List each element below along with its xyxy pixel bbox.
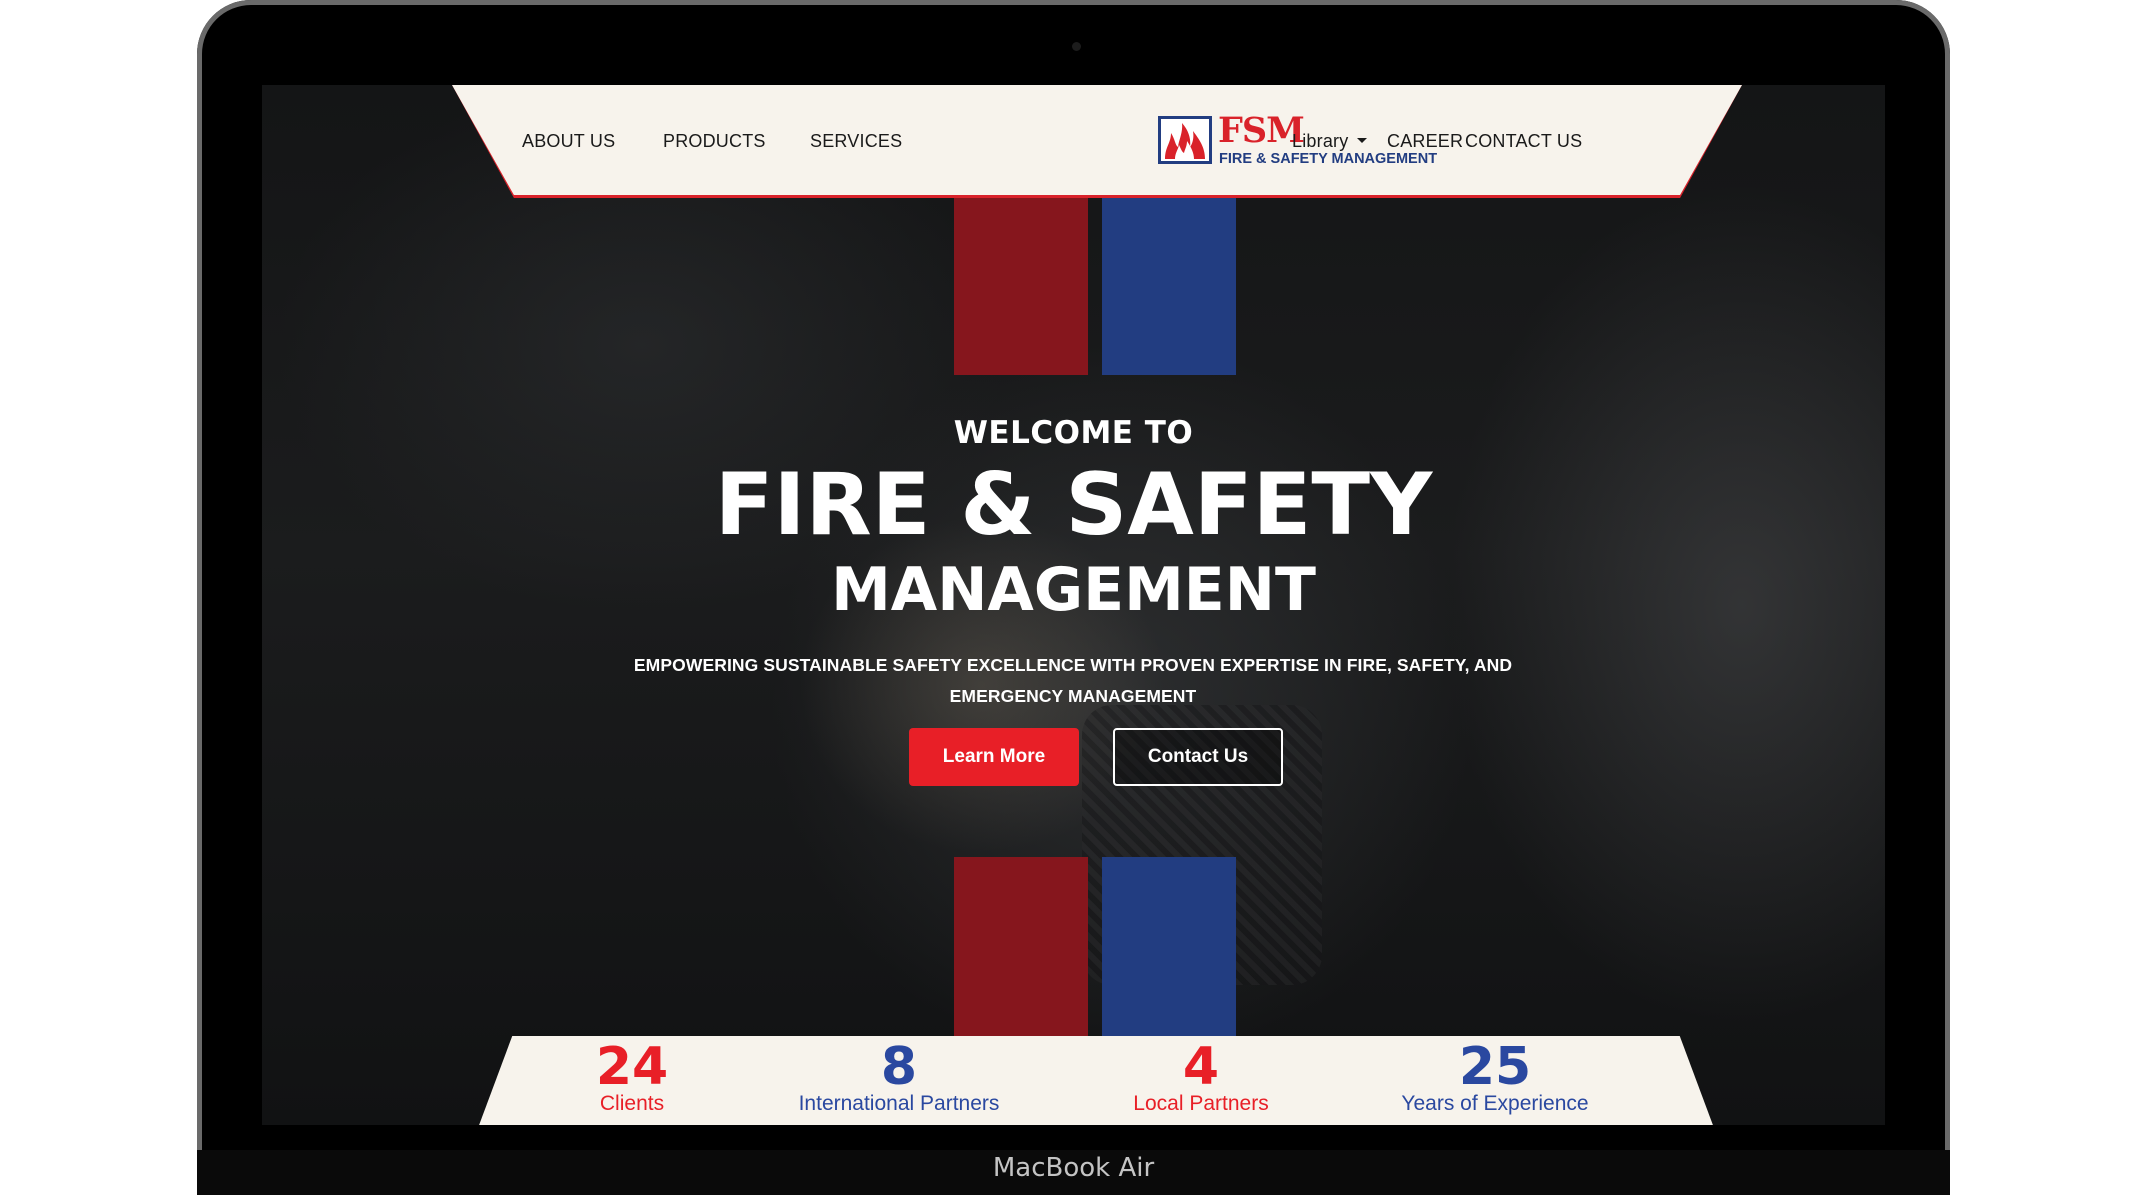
stat-value: 24 (595, 1037, 669, 1097)
nav-library-label: Library (1292, 131, 1349, 151)
decor-bar-blue-bottom (1102, 857, 1236, 1047)
stat-label: Local Partners (1133, 1092, 1269, 1115)
stat-value: 4 (1182, 1037, 1220, 1097)
learn-more-button[interactable]: Learn More (909, 728, 1079, 786)
stat-label: International Partners (798, 1092, 1000, 1115)
stat-international-partners: 8 International Partners (749, 1036, 1049, 1115)
hero-tagline: EMPOWERING SUSTAINABLE SAFETY EXCELLENCE… (633, 655, 1513, 706)
nav-career[interactable]: CAREER (1387, 131, 1463, 152)
hero-title-line2: MANAGEMENT (831, 555, 1316, 625)
main-nav: ABOUT US PRODUCTS SERVICES FSM FIRE & SA… (452, 85, 1742, 195)
contact-us-button[interactable]: Contact Us (1113, 728, 1283, 786)
flame-icon (1158, 116, 1212, 164)
nav-services[interactable]: SERVICES (810, 131, 902, 152)
nav-about-us[interactable]: ABOUT US (522, 131, 615, 152)
nav-contact-us[interactable]: CONTACT US (1465, 131, 1582, 152)
nav-products[interactable]: PRODUCTS (663, 131, 766, 152)
stat-years-of-experience: 25 Years of Experience (1345, 1036, 1645, 1115)
stat-label: Years of Experience (1401, 1092, 1589, 1115)
website-screen: ABOUT US PRODUCTS SERVICES FSM FIRE & SA… (262, 85, 1885, 1125)
decor-bar-blue-top (1102, 195, 1236, 375)
stat-value: 8 (880, 1037, 918, 1097)
stat-local-partners: 4 Local Partners (1051, 1036, 1351, 1115)
stat-clients: 24 Clients (482, 1036, 782, 1115)
device-label: MacBook Air (992, 1153, 1155, 1183)
decor-bar-red-top (954, 195, 1088, 375)
caret-down-icon (1357, 137, 1368, 143)
hero-welcome: WELCOME TO (953, 415, 1194, 451)
hero-title-line1: FIRE & SAFETY (714, 455, 1433, 555)
nav-library-dropdown[interactable]: Library (1292, 131, 1368, 152)
camera-icon (1072, 42, 1081, 51)
logo-subtitle: FIRE & SAFETY MANAGEMENT (1219, 151, 1438, 167)
logo-acronym: FSM (1218, 110, 1305, 151)
stat-label: Clients (599, 1092, 665, 1115)
stat-value: 25 (1458, 1037, 1532, 1097)
decor-bar-red-bottom (954, 857, 1088, 1047)
